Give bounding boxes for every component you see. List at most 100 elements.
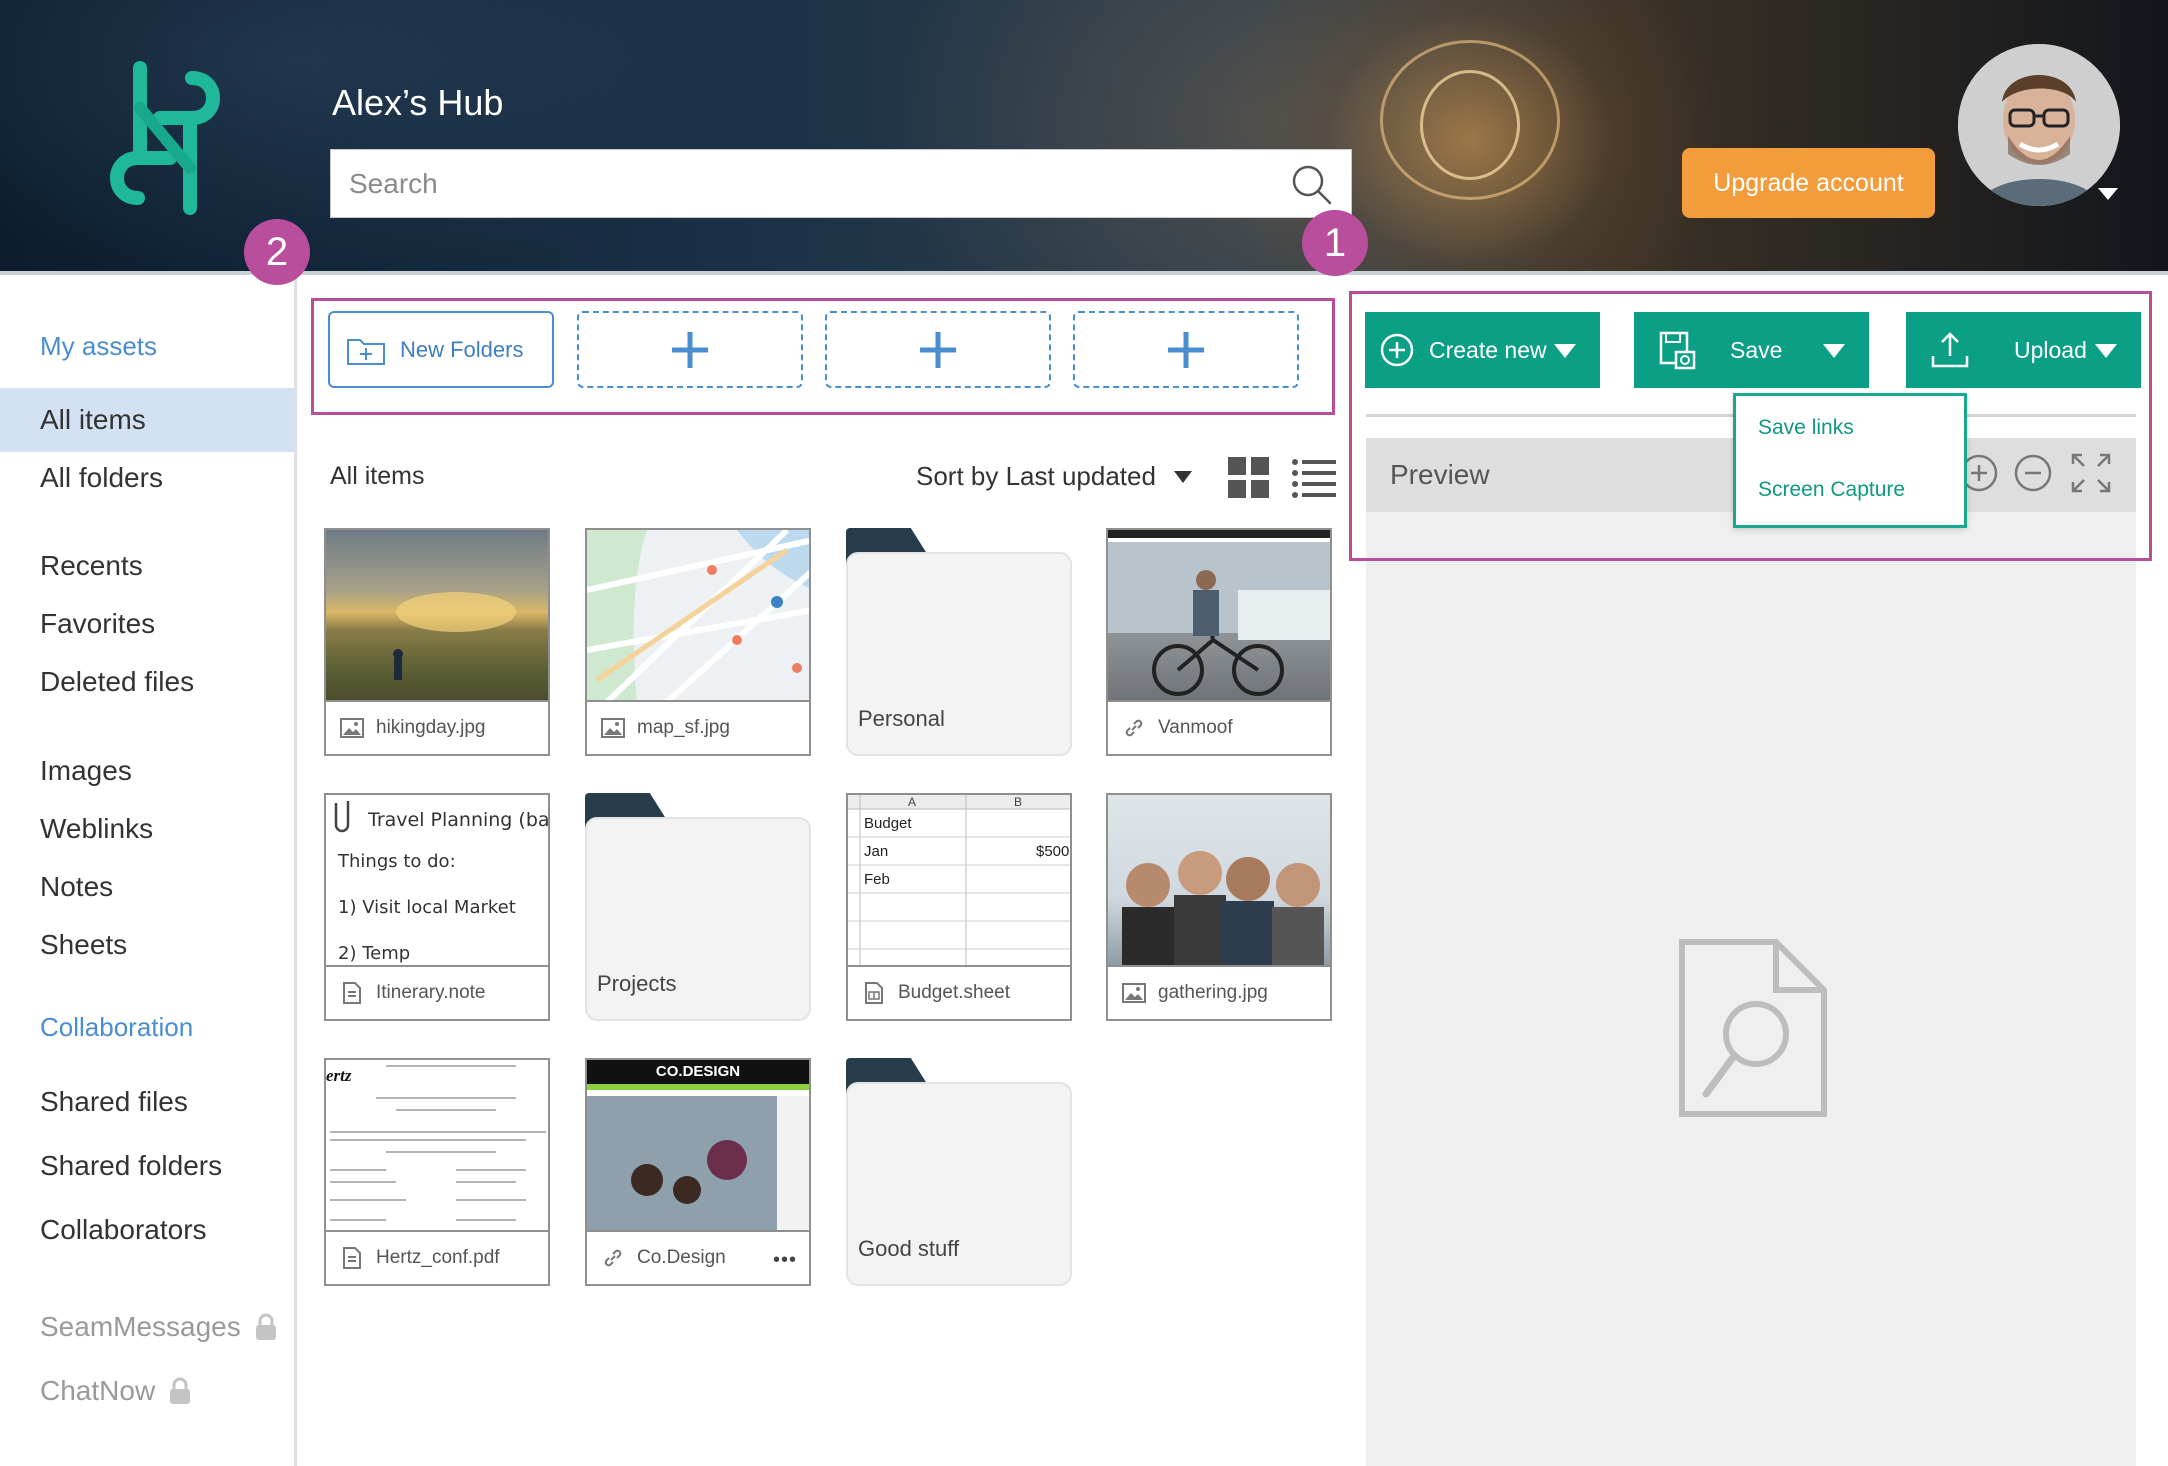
item-name: gathering.jpg xyxy=(1158,982,1268,1003)
item-name: Co.Design xyxy=(637,1247,726,1268)
note-line: 2) Temp xyxy=(338,943,411,964)
folder-card-projects[interactable]: Projects xyxy=(585,793,811,1021)
item-card-hikingday[interactable]: hikingday.jpg xyxy=(324,528,550,756)
item-name: Budget.sheet xyxy=(898,982,1010,1003)
item-card-itinerary-note[interactable]: Travel Planning (ban Things to do: 1) Vi… xyxy=(324,793,550,1021)
new-folders-label: New Folders xyxy=(400,336,524,362)
sidebar-item-images[interactable]: Images xyxy=(0,739,294,803)
item-card-vanmoof[interactable]: Vanmoof xyxy=(1106,528,1332,756)
add-folder-slot-button[interactable] xyxy=(1073,311,1299,388)
sidebar-item-label: SeamMessages xyxy=(40,1311,241,1342)
folder-name: Personal xyxy=(858,706,945,731)
items-list-title: All items xyxy=(330,462,425,490)
sidebar-section-my-assets[interactable]: My assets xyxy=(40,331,157,362)
item-card-codesign[interactable]: CO.DESIGN Co.Design ••• xyxy=(585,1058,811,1286)
website-thumbnail: CO.DESIGN xyxy=(587,1060,809,1232)
pdf-preview: ertz xyxy=(326,1060,548,1232)
plus-icon xyxy=(1168,331,1204,368)
search-input[interactable] xyxy=(349,167,1289,200)
link-icon xyxy=(604,1249,622,1267)
cyclist-icon xyxy=(1108,530,1330,696)
website-thumbnail xyxy=(1108,530,1330,702)
sidebar-item-shared-files[interactable]: Shared files xyxy=(0,1070,294,1134)
item-card-hertz-conf[interactable]: ertz Hertz_conf.pdf xyxy=(324,1058,550,1286)
sheet-cell: Budget xyxy=(864,815,912,832)
upgrade-account-button[interactable]: Upgrade account xyxy=(1682,148,1935,218)
image-icon xyxy=(340,718,364,738)
sidebar-item-collaborators[interactable]: Collaborators xyxy=(0,1198,294,1262)
app-logo-icon[interactable] xyxy=(100,48,230,228)
sheet-icon xyxy=(865,982,883,1004)
sidebar-item-shared-folders[interactable]: Shared folders xyxy=(0,1134,294,1198)
sheet-col-header: B xyxy=(1014,795,1023,809)
add-folder-slot-button[interactable] xyxy=(577,311,803,388)
sidebar-item-label: ChatNow xyxy=(40,1375,156,1406)
user-portrait-icon xyxy=(1958,44,2120,206)
plus-icon xyxy=(920,331,956,368)
sidebar-item-all-items[interactable]: All items xyxy=(0,388,294,452)
map-icon xyxy=(587,530,809,702)
sidebar-item-chatnow: ChatNow xyxy=(0,1359,294,1423)
note-line: 1) Visit local Market xyxy=(338,897,516,918)
item-label: Itinerary.note xyxy=(326,965,548,1019)
new-folders-button[interactable]: New Folders xyxy=(328,311,554,388)
sheet-cell: Feb xyxy=(864,871,890,888)
chevron-down-icon xyxy=(1173,470,1192,483)
hub-title: Alex’s Hub xyxy=(332,82,504,123)
new-folder-icon xyxy=(347,338,385,365)
sidebar-item-favorites[interactable]: Favorites xyxy=(0,592,294,656)
item-label: Hertz_conf.pdf xyxy=(326,1230,548,1284)
sidebar-item-weblinks[interactable]: Weblinks xyxy=(0,797,294,861)
paperclip-icon xyxy=(334,801,350,833)
note-line: Things to do: xyxy=(338,851,456,872)
avatar[interactable] xyxy=(1958,44,2120,206)
item-card-budget-sheet[interactable]: A B Budget Jan $500 Feb Budget.sheet xyxy=(846,793,1072,1021)
lock-icon xyxy=(255,1313,276,1340)
sidebar-item-notes[interactable]: Notes xyxy=(0,855,294,919)
note-icon xyxy=(343,982,361,1004)
plus-icon xyxy=(672,331,708,368)
add-folder-slot-button[interactable] xyxy=(825,311,1051,388)
sort-label: Sort by Last updated xyxy=(916,461,1156,491)
item-label: Vanmoof xyxy=(1108,700,1330,754)
item-name: Itinerary.note xyxy=(376,982,486,1003)
food-photo-icon xyxy=(587,1084,809,1232)
search-bar[interactable] xyxy=(330,149,1352,218)
photo-thumbnail xyxy=(1108,795,1330,967)
lock-icon xyxy=(170,1377,191,1404)
account-menu-caret-icon[interactable] xyxy=(2098,188,2118,200)
sidebar-section-collaboration[interactable]: Collaboration xyxy=(40,1012,193,1043)
item-name: Vanmoof xyxy=(1158,717,1233,738)
menu-item-save-links[interactable]: Save links xyxy=(1758,416,1854,440)
list-view-icon[interactable] xyxy=(1292,457,1336,499)
bulb-filament-decoration xyxy=(1420,70,1520,180)
document-icon xyxy=(343,1247,361,1269)
note-preview: Travel Planning (ban Things to do: 1) Vi… xyxy=(326,795,548,967)
sort-dropdown[interactable]: Sort by Last updated xyxy=(916,461,1192,492)
search-icon[interactable] xyxy=(1289,162,1333,206)
sidebar-item-all-folders[interactable]: All folders xyxy=(0,446,294,510)
item-label: hikingday.jpg xyxy=(326,700,548,754)
sidebar-item-seammessages: SeamMessages xyxy=(0,1295,294,1359)
note-title: Travel Planning (ban xyxy=(368,809,548,831)
landscape-sun-icon xyxy=(393,592,516,680)
link-icon xyxy=(1125,719,1143,737)
annotation-badge-2: 2 xyxy=(244,219,310,285)
sheet-cell: $500 xyxy=(1036,843,1070,860)
item-card-map-sf[interactable]: map_sf.jpg xyxy=(585,528,811,756)
folder-name: Good stuff xyxy=(858,1236,960,1261)
grid-view-icon[interactable] xyxy=(1228,457,1270,499)
sidebar-item-sheets[interactable]: Sheets xyxy=(0,913,294,977)
item-label: map_sf.jpg xyxy=(587,700,809,754)
folder-card-good-stuff[interactable]: Good stuff xyxy=(846,1058,1072,1286)
image-icon xyxy=(1122,983,1146,1003)
item-label: Budget.sheet xyxy=(848,965,1070,1019)
header-banner: Alex’s Hub Upgrade account xyxy=(0,0,2168,275)
item-card-gathering[interactable]: gathering.jpg xyxy=(1106,793,1332,1021)
map-thumbnail xyxy=(587,530,809,702)
menu-item-screen-capture[interactable]: Screen Capture xyxy=(1758,478,1905,502)
sidebar-item-recents[interactable]: Recents xyxy=(0,534,294,598)
more-options-icon[interactable]: ••• xyxy=(773,1249,797,1272)
sidebar-item-deleted-files[interactable]: Deleted files xyxy=(0,650,294,714)
folder-card-personal[interactable]: Personal xyxy=(846,528,1072,756)
